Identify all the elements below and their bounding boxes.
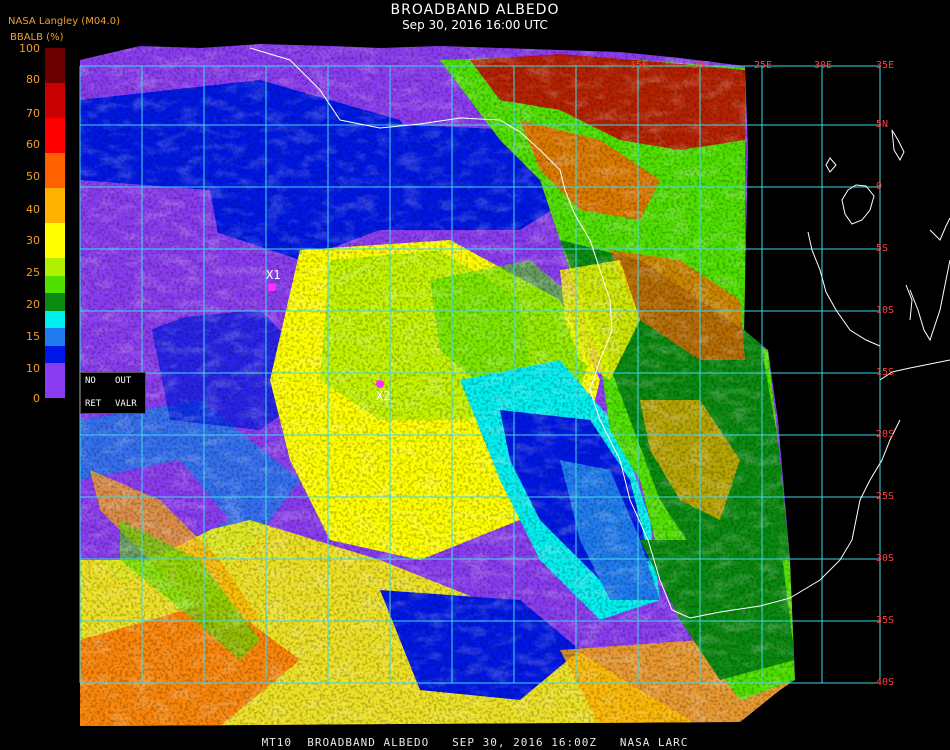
map-timestamp: Sep 30, 2016 16:00 UTC <box>402 18 548 32</box>
lon-label-20e: 20E <box>692 60 711 71</box>
color-scale-segment <box>45 258 65 276</box>
lon-label-25e: 25E <box>754 60 773 71</box>
color-scale-tick: 70 <box>26 107 40 120</box>
legend-valr-label: VALR <box>115 399 137 409</box>
lat-label-10s: 10S <box>876 305 895 316</box>
satellite-image <box>80 44 795 726</box>
color-scale-segment <box>45 188 65 223</box>
lon-label-15e: 15E <box>630 60 649 71</box>
lat-label-35s: 35S <box>876 615 895 626</box>
color-scale-tick: 30 <box>26 234 40 247</box>
no-retrieval-legend: NO OUT RET VALR <box>80 372 146 414</box>
marker-x1-point <box>268 284 275 291</box>
lat-label-30s: 30S <box>876 553 895 564</box>
color-scale-segment <box>45 275 65 293</box>
lon-label-30e: 30E <box>814 60 833 71</box>
lat-label-20s: 20S <box>876 429 895 440</box>
color-scale-tick: 60 <box>26 138 40 151</box>
color-scale-segment <box>45 83 65 118</box>
lat-label-15s: 15S <box>876 367 895 378</box>
marker-x1-label: X1 <box>266 268 281 282</box>
color-scale-segment <box>45 223 65 258</box>
lat-label-40s: 40S <box>876 677 895 688</box>
color-scale-tick: 80 <box>26 73 40 86</box>
producer-label: NASA Langley (M04.0) <box>8 16 120 27</box>
color-scale-tick: 25 <box>26 266 40 279</box>
legend-ret-label: RET <box>85 399 102 409</box>
lat-label-5n: 5N <box>876 119 889 130</box>
lat-label-25s: 25S <box>876 491 895 502</box>
color-scale-tick: 15 <box>26 330 40 343</box>
color-scale-segment <box>45 293 65 311</box>
footer-caption: MT10 BROADBAND ALBEDO SEP 30, 2016 16:00… <box>261 736 689 749</box>
lat-label-0: 0 <box>876 181 883 192</box>
color-scale-segment <box>45 345 65 363</box>
marker-x2-point <box>376 380 384 388</box>
color-scale-tick: 20 <box>26 298 40 311</box>
color-scale-segment <box>45 310 65 328</box>
legend-out-label: OUT <box>115 376 132 386</box>
color-scale-segment <box>45 118 65 153</box>
color-scale-bar <box>45 48 65 398</box>
color-scale-segment <box>45 328 65 346</box>
color-scale-segment <box>45 363 65 398</box>
color-scale-segment <box>45 48 65 83</box>
color-scale-tick: 100 <box>19 42 40 55</box>
lon-label-35e: 35E <box>876 60 895 71</box>
marker-x2-label: X2 <box>376 389 391 403</box>
color-scale-tick: 40 <box>26 203 40 216</box>
color-scale-segment <box>45 153 65 188</box>
lat-label-5s: 5S <box>876 243 889 254</box>
color-scale-tick: 0 <box>33 392 40 405</box>
map-title: BROADBAND ALBEDO <box>390 2 560 18</box>
legend-no-label: NO <box>85 376 96 386</box>
color-scale-tick: 10 <box>26 362 40 375</box>
color-scale-tick: 50 <box>26 170 40 183</box>
